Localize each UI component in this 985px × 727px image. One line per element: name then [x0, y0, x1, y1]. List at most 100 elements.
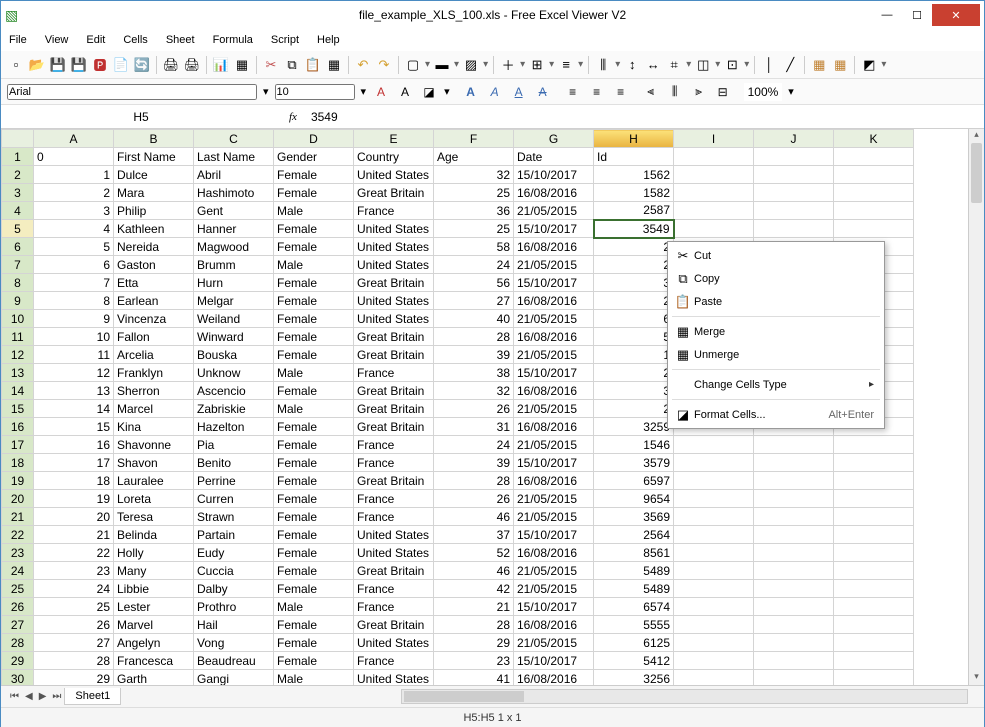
cell[interactable]: Lauralee	[114, 472, 194, 490]
tab-nav-first[interactable]: ⏮	[7, 691, 22, 702]
borders-icon[interactable]: ▢	[404, 56, 422, 74]
cell[interactable]: 3256	[594, 670, 674, 686]
cell[interactable]	[674, 472, 754, 490]
dropdown-icon[interactable]: ▾	[881, 59, 886, 70]
hide-icon[interactable]: ◫	[694, 56, 712, 74]
cell[interactable]: Female	[274, 508, 354, 526]
cell[interactable]: 5489	[594, 580, 674, 598]
cell[interactable]: Female	[274, 562, 354, 580]
row-header[interactable]: 26	[2, 598, 34, 616]
cell[interactable]: 21	[34, 526, 114, 544]
cell[interactable]: 26	[434, 490, 514, 508]
cell[interactable]: 5555	[594, 616, 674, 634]
row-header[interactable]: 8	[2, 274, 34, 292]
row-header[interactable]: 29	[2, 652, 34, 670]
cell[interactable]	[674, 166, 754, 184]
cell[interactable]: France	[354, 202, 434, 220]
cell[interactable]: 25	[434, 220, 514, 238]
copy-icon[interactable]: ⧉	[283, 56, 301, 74]
undo-icon[interactable]: ↶	[354, 56, 372, 74]
cell[interactable]: Partain	[194, 526, 274, 544]
cell[interactable]: France	[354, 580, 434, 598]
cols-icon[interactable]: ⫼	[594, 56, 612, 74]
dropdown-icon[interactable]: ▾	[361, 85, 367, 98]
font-name-input[interactable]	[7, 84, 257, 100]
cell[interactable]: Country	[354, 148, 434, 166]
cell[interactable]	[754, 220, 834, 238]
cell[interactable]: 21/05/2015	[514, 310, 594, 328]
cell[interactable]: Unknow	[194, 364, 274, 382]
cell[interactable]: Male	[274, 256, 354, 274]
zoom-input[interactable]: 100%	[744, 83, 783, 101]
cell[interactable]: 13	[34, 382, 114, 400]
cell[interactable]	[754, 202, 834, 220]
cell[interactable]: 2	[594, 238, 674, 256]
menu-item-change-cells-type[interactable]: Change Cells Type▸	[668, 373, 884, 396]
menu-item-unmerge[interactable]: ▦Unmerge	[668, 343, 884, 366]
type-icon[interactable]: ⌗	[665, 56, 683, 74]
cell[interactable]: Male	[274, 670, 354, 686]
row-header[interactable]: 15	[2, 400, 34, 418]
rows-icon[interactable]: ≡	[557, 56, 575, 74]
line2-icon[interactable]: ╱	[781, 56, 799, 74]
hatch-icon[interactable]: ▨	[462, 56, 480, 74]
dropdown-icon[interactable]: ▾	[425, 59, 430, 70]
cell[interactable]: Belinda	[114, 526, 194, 544]
save-icon[interactable]: 💾	[49, 56, 67, 74]
cell[interactable]: Abril	[194, 166, 274, 184]
cell[interactable]	[674, 436, 754, 454]
cell[interactable]: 25	[434, 184, 514, 202]
cell[interactable]: Ascencio	[194, 382, 274, 400]
valign-icon[interactable]: ⊟	[714, 83, 732, 101]
cell[interactable]: 0	[34, 148, 114, 166]
cell[interactable]: 3	[34, 202, 114, 220]
cell[interactable]: 16/08/2016	[514, 544, 594, 562]
redo-icon[interactable]: ↷	[375, 56, 393, 74]
cell[interactable]: 28	[34, 652, 114, 670]
cell[interactable]: 29	[434, 634, 514, 652]
row-header[interactable]: 9	[2, 292, 34, 310]
cell[interactable]: 21/05/2015	[514, 634, 594, 652]
halign-left-icon[interactable]: ⫷	[642, 83, 660, 101]
cell[interactable]	[834, 526, 914, 544]
cell[interactable]	[834, 670, 914, 686]
menu-item-copy[interactable]: ⧉Copy	[668, 267, 884, 290]
row-header[interactable]: 27	[2, 616, 34, 634]
cell[interactable]: Female	[274, 274, 354, 292]
cell[interactable]: 3569	[594, 508, 674, 526]
cell[interactable]: Prothro	[194, 598, 274, 616]
cell[interactable]: Franklyn	[114, 364, 194, 382]
pattern-icon[interactable]: ◪	[420, 83, 438, 101]
cell[interactable]: 56	[434, 274, 514, 292]
row-header[interactable]: 30	[2, 670, 34, 686]
cell[interactable]	[754, 544, 834, 562]
bold-icon[interactable]: A	[462, 83, 480, 101]
row-header[interactable]: 14	[2, 382, 34, 400]
cell[interactable]: 32	[434, 382, 514, 400]
cell[interactable]: 5489	[594, 562, 674, 580]
cell[interactable]: 21/05/2015	[514, 256, 594, 274]
printpreview-icon[interactable]: 🖨	[183, 56, 201, 74]
colwidth-icon[interactable]: ↔	[644, 56, 662, 74]
cell[interactable]: Female	[274, 166, 354, 184]
cell[interactable]: 15	[34, 418, 114, 436]
cell[interactable]: Eudy	[194, 544, 274, 562]
row-header[interactable]: 10	[2, 310, 34, 328]
cell[interactable]: Female	[274, 616, 354, 634]
cell[interactable]: Great Britain	[354, 382, 434, 400]
cell[interactable]: France	[354, 508, 434, 526]
cell[interactable]	[674, 616, 754, 634]
cell[interactable]: Female	[274, 454, 354, 472]
cell[interactable]: Gangi	[194, 670, 274, 686]
row-header[interactable]: 16	[2, 418, 34, 436]
menu-view[interactable]: View	[45, 34, 69, 46]
row-header[interactable]: 19	[2, 472, 34, 490]
dropdown-icon[interactable]: ▾	[715, 59, 720, 70]
insert-icon[interactable]: ＋	[499, 56, 517, 74]
cell[interactable]: Female	[274, 238, 354, 256]
cell[interactable]: Hashimoto	[194, 184, 274, 202]
cell[interactable]: Shavonne	[114, 436, 194, 454]
cell[interactable]: 24	[34, 580, 114, 598]
cell[interactable]	[834, 490, 914, 508]
diag-icon[interactable]: ◩	[860, 56, 878, 74]
